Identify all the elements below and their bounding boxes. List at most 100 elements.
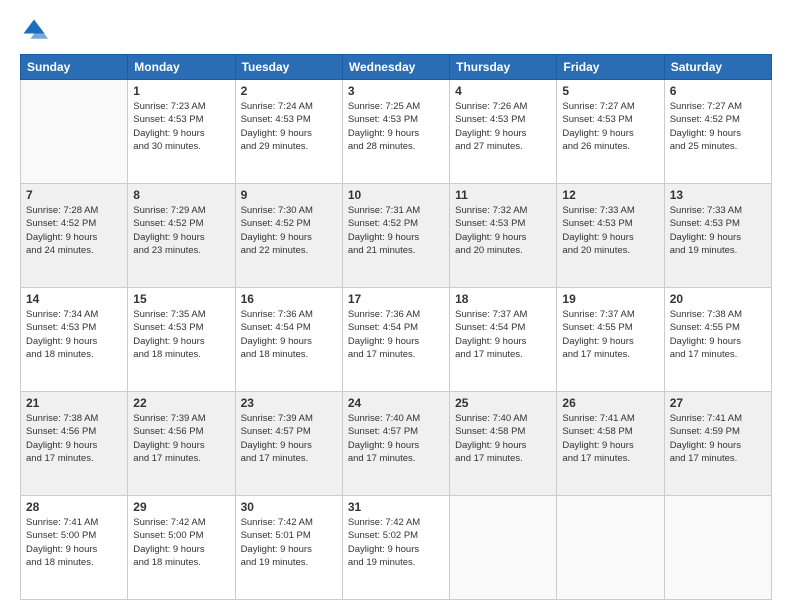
day-number: 22 <box>133 396 229 410</box>
day-info: Sunrise: 7:32 AM Sunset: 4:53 PM Dayligh… <box>455 204 551 257</box>
calendar-header-sunday: Sunday <box>21 55 128 80</box>
calendar-cell: 21 Sunrise: 7:38 AM Sunset: 4:56 PM Dayli… <box>21 392 128 496</box>
day-info: Sunrise: 7:23 AM Sunset: 4:53 PM Dayligh… <box>133 100 229 153</box>
day-info: Sunrise: 7:28 AM Sunset: 4:52 PM Dayligh… <box>26 204 122 257</box>
day-info: Sunrise: 7:39 AM Sunset: 4:56 PM Dayligh… <box>133 412 229 465</box>
day-number: 10 <box>348 188 444 202</box>
calendar-cell: 18 Sunrise: 7:37 AM Sunset: 4:54 PM Dayli… <box>450 288 557 392</box>
calendar-header-monday: Monday <box>128 55 235 80</box>
day-number: 18 <box>455 292 551 306</box>
day-number: 13 <box>670 188 766 202</box>
calendar-cell <box>21 80 128 184</box>
day-number: 9 <box>241 188 337 202</box>
calendar-header-tuesday: Tuesday <box>235 55 342 80</box>
calendar-cell: 15Sunrise: 7:35 AM Sunset: 4:53 PM Dayli… <box>128 288 235 392</box>
day-info: Sunrise: 7:37 AM Sunset: 4:55 PM Dayligh… <box>562 308 658 361</box>
day-info: Sunrise: 7:39 AM Sunset: 4:57 PM Dayligh… <box>241 412 337 465</box>
day-number: 15 <box>133 292 229 306</box>
day-info: Sunrise: 7:37 AM Sunset: 4:54 PM Dayligh… <box>455 308 551 361</box>
day-info: Sunrise: 7:34 AM Sunset: 4:53 PM Dayligh… <box>26 308 122 361</box>
day-number: 16 <box>241 292 337 306</box>
day-info: Sunrise: 7:42 AM Sunset: 5:01 PM Dayligh… <box>241 516 337 569</box>
day-number: 14 <box>26 292 122 306</box>
logo <box>20 16 52 44</box>
day-number: 12 <box>562 188 658 202</box>
header <box>20 16 772 44</box>
calendar-cell <box>450 496 557 600</box>
calendar-cell: 4 Sunrise: 7:26 AM Sunset: 4:53 PM Daylig… <box>450 80 557 184</box>
calendar-header-saturday: Saturday <box>664 55 771 80</box>
day-number: 4 <box>455 84 551 98</box>
calendar-week-row: 21 Sunrise: 7:38 AM Sunset: 4:56 PM Dayli… <box>21 392 772 496</box>
day-info: Sunrise: 7:40 AM Sunset: 4:58 PM Dayligh… <box>455 412 551 465</box>
day-info: Sunrise: 7:38 AM Sunset: 4:56 PM Dayligh… <box>26 412 122 465</box>
day-info: Sunrise: 7:36 AM Sunset: 4:54 PM Dayligh… <box>348 308 444 361</box>
calendar-cell: 7 Sunrise: 7:28 AM Sunset: 4:52 PM Daylig… <box>21 184 128 288</box>
day-info: Sunrise: 7:36 AM Sunset: 4:54 PM Dayligh… <box>241 308 337 361</box>
day-number: 31 <box>348 500 444 514</box>
calendar-cell: 22 Sunrise: 7:39 AM Sunset: 4:56 PM Dayli… <box>128 392 235 496</box>
calendar-cell: 8 Sunrise: 7:29 AM Sunset: 4:52 PM Daylig… <box>128 184 235 288</box>
calendar-cell: 5Sunrise: 7:27 AM Sunset: 4:53 PM Daylig… <box>557 80 664 184</box>
day-number: 20 <box>670 292 766 306</box>
logo-icon <box>20 16 48 44</box>
day-info: Sunrise: 7:27 AM Sunset: 4:53 PM Dayligh… <box>562 100 658 153</box>
day-number: 21 <box>26 396 122 410</box>
day-info: Sunrise: 7:33 AM Sunset: 4:53 PM Dayligh… <box>562 204 658 257</box>
calendar-cell: 31 Sunrise: 7:42 AM Sunset: 5:02 PM Dayli… <box>342 496 449 600</box>
calendar-cell: 29 Sunrise: 7:42 AM Sunset: 5:00 PM Dayli… <box>128 496 235 600</box>
page: SundayMondayTuesdayWednesdayThursdayFrid… <box>0 0 792 612</box>
calendar-cell: 9 Sunrise: 7:30 AM Sunset: 4:52 PM Daylig… <box>235 184 342 288</box>
day-number: 11 <box>455 188 551 202</box>
calendar-cell: 11 Sunrise: 7:32 AM Sunset: 4:53 PM Dayli… <box>450 184 557 288</box>
day-info: Sunrise: 7:24 AM Sunset: 4:53 PM Dayligh… <box>241 100 337 153</box>
day-number: 1 <box>133 84 229 98</box>
day-number: 29 <box>133 500 229 514</box>
day-info: Sunrise: 7:27 AM Sunset: 4:52 PM Dayligh… <box>670 100 766 153</box>
day-number: 27 <box>670 396 766 410</box>
calendar-cell: 19 Sunrise: 7:37 AM Sunset: 4:55 PM Dayli… <box>557 288 664 392</box>
day-number: 19 <box>562 292 658 306</box>
day-info: Sunrise: 7:30 AM Sunset: 4:52 PM Dayligh… <box>241 204 337 257</box>
day-info: Sunrise: 7:41 AM Sunset: 5:00 PM Dayligh… <box>26 516 122 569</box>
calendar-header-friday: Friday <box>557 55 664 80</box>
day-info: Sunrise: 7:42 AM Sunset: 5:00 PM Dayligh… <box>133 516 229 569</box>
calendar-cell: 6Sunrise: 7:27 AM Sunset: 4:52 PM Daylig… <box>664 80 771 184</box>
calendar-cell: 17 Sunrise: 7:36 AM Sunset: 4:54 PM Dayli… <box>342 288 449 392</box>
calendar-cell <box>664 496 771 600</box>
day-info: Sunrise: 7:41 AM Sunset: 4:58 PM Dayligh… <box>562 412 658 465</box>
day-info: Sunrise: 7:42 AM Sunset: 5:02 PM Dayligh… <box>348 516 444 569</box>
calendar-cell: 27 Sunrise: 7:41 AM Sunset: 4:59 PM Dayli… <box>664 392 771 496</box>
calendar-cell: 24Sunrise: 7:40 AM Sunset: 4:57 PM Dayli… <box>342 392 449 496</box>
calendar-header-row: SundayMondayTuesdayWednesdayThursdayFrid… <box>21 55 772 80</box>
calendar-cell: 10Sunrise: 7:31 AM Sunset: 4:52 PM Dayli… <box>342 184 449 288</box>
day-info: Sunrise: 7:41 AM Sunset: 4:59 PM Dayligh… <box>670 412 766 465</box>
calendar-cell: 25Sunrise: 7:40 AM Sunset: 4:58 PM Dayli… <box>450 392 557 496</box>
calendar-header-thursday: Thursday <box>450 55 557 80</box>
calendar-cell: 13Sunrise: 7:33 AM Sunset: 4:53 PM Dayli… <box>664 184 771 288</box>
calendar-cell: 28 Sunrise: 7:41 AM Sunset: 5:00 PM Dayli… <box>21 496 128 600</box>
day-number: 23 <box>241 396 337 410</box>
day-number: 3 <box>348 84 444 98</box>
day-info: Sunrise: 7:26 AM Sunset: 4:53 PM Dayligh… <box>455 100 551 153</box>
day-number: 7 <box>26 188 122 202</box>
day-number: 17 <box>348 292 444 306</box>
calendar-cell: 20 Sunrise: 7:38 AM Sunset: 4:55 PM Dayli… <box>664 288 771 392</box>
calendar-cell: 12 Sunrise: 7:33 AM Sunset: 4:53 PM Dayli… <box>557 184 664 288</box>
calendar-cell: 26 Sunrise: 7:41 AM Sunset: 4:58 PM Dayli… <box>557 392 664 496</box>
day-info: Sunrise: 7:38 AM Sunset: 4:55 PM Dayligh… <box>670 308 766 361</box>
calendar-week-row: 28 Sunrise: 7:41 AM Sunset: 5:00 PM Dayli… <box>21 496 772 600</box>
calendar-cell <box>557 496 664 600</box>
day-number: 28 <box>26 500 122 514</box>
calendar-cell: 23 Sunrise: 7:39 AM Sunset: 4:57 PM Dayli… <box>235 392 342 496</box>
calendar-week-row: 1 Sunrise: 7:23 AM Sunset: 4:53 PM Daylig… <box>21 80 772 184</box>
calendar-header-wednesday: Wednesday <box>342 55 449 80</box>
calendar-cell: 16 Sunrise: 7:36 AM Sunset: 4:54 PM Dayli… <box>235 288 342 392</box>
calendar-cell: 2Sunrise: 7:24 AM Sunset: 4:53 PM Daylig… <box>235 80 342 184</box>
day-number: 24 <box>348 396 444 410</box>
day-number: 26 <box>562 396 658 410</box>
day-info: Sunrise: 7:29 AM Sunset: 4:52 PM Dayligh… <box>133 204 229 257</box>
day-number: 8 <box>133 188 229 202</box>
day-number: 30 <box>241 500 337 514</box>
calendar-cell: 14 Sunrise: 7:34 AM Sunset: 4:53 PM Dayli… <box>21 288 128 392</box>
